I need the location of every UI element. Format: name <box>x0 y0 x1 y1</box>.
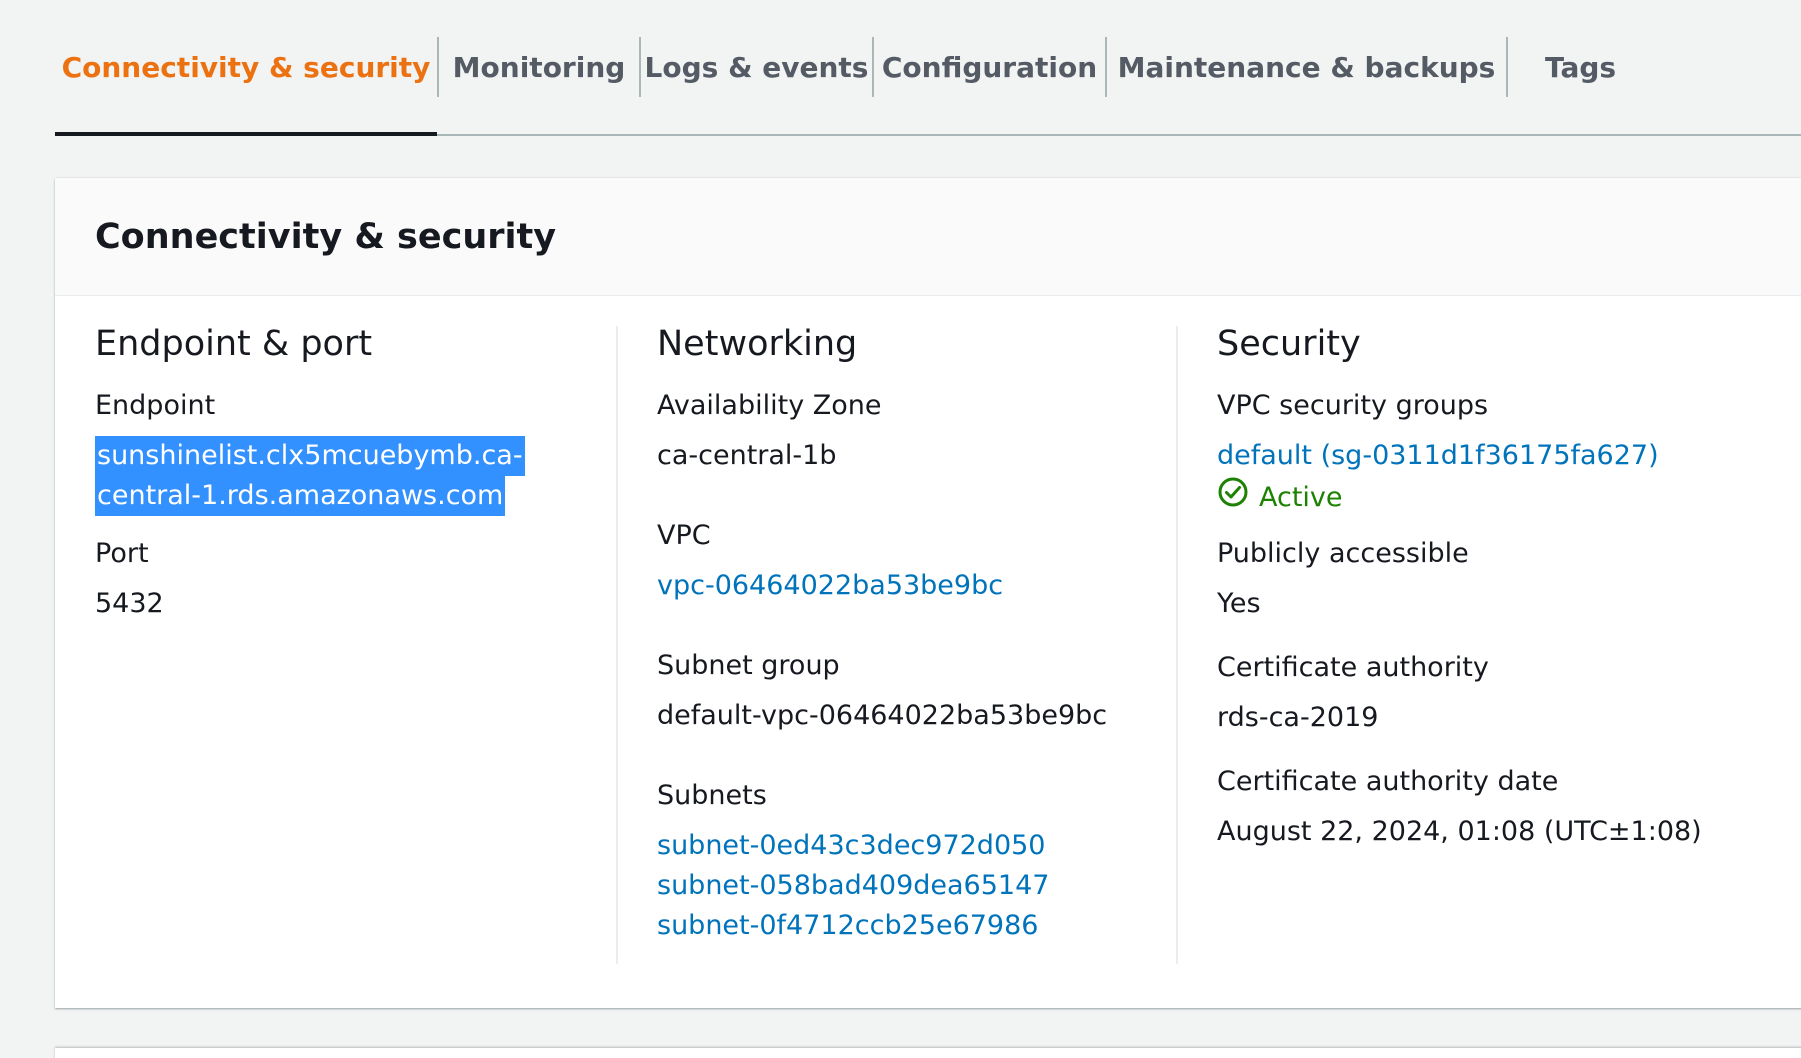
subnet-group-value: default-vpc-06464022ba53be9bc <box>657 700 1108 731</box>
endpoint-port-column: Endpoint & port Endpoint sunshinelist.cl… <box>95 296 625 1008</box>
security-group-link[interactable]: default (sg-0311d1f36175fa627) <box>1217 436 1659 476</box>
vpc-security-groups-field: VPC security groups default (sg-0311d1f3… <box>1217 386 1659 520</box>
connectivity-security-panel: Connectivity & security Endpoint & port … <box>55 178 1801 1008</box>
rds-instance-details: Connectivity & security Monitoring Logs … <box>0 0 1801 1058</box>
certificate-authority-field: Certificate authority rds-ca-2019 <box>1217 648 1489 738</box>
vpc-field: VPC vpc-06464022ba53be9bc <box>657 516 1003 606</box>
availability-zone-value: ca-central-1b <box>657 440 837 471</box>
security-column: Security VPC security groups default (sg… <box>1217 296 1777 1008</box>
endpoint-value[interactable]: sunshinelist.clx5mcuebymb.ca- central-1.… <box>95 436 525 516</box>
endpoint-field: Endpoint sunshinelist.clx5mcuebymb.ca- c… <box>95 386 525 516</box>
tab-maintenance-backups[interactable]: Maintenance & backups <box>1107 0 1506 134</box>
port-label: Port <box>95 538 149 569</box>
panel-header: Connectivity & security <box>55 178 1801 296</box>
publicly-accessible-value: Yes <box>1217 588 1261 619</box>
port-field: Port 5432 <box>95 534 164 624</box>
port-value: 5432 <box>95 588 164 619</box>
subnet-link[interactable]: subnet-0ed43c3dec972d050 <box>657 826 1049 866</box>
subnets-list: subnet-0ed43c3dec972d050 subnet-058bad40… <box>657 826 1049 946</box>
availability-zone-label: Availability Zone <box>657 390 882 421</box>
security-group-status: Active <box>1217 476 1659 520</box>
certificate-authority-date-label: Certificate authority date <box>1217 766 1559 797</box>
subnets-field: Subnets subnet-0ed43c3dec972d050 subnet-… <box>657 776 1049 946</box>
tab-connectivity-security[interactable]: Connectivity & security <box>55 0 437 136</box>
endpoint-label: Endpoint <box>95 390 216 421</box>
subnets-label: Subnets <box>657 780 767 811</box>
publicly-accessible-label: Publicly accessible <box>1217 538 1469 569</box>
subnet-group-label: Subnet group <box>657 650 840 681</box>
publicly-accessible-field: Publicly accessible Yes <box>1217 534 1469 624</box>
vpc-link[interactable]: vpc-06464022ba53be9bc <box>657 566 1003 606</box>
tab-configuration[interactable]: Configuration <box>874 0 1105 134</box>
tab-logs-events[interactable]: Logs & events <box>641 0 872 134</box>
section-title-endpoint-port: Endpoint & port <box>95 324 373 364</box>
vpc-label: VPC <box>657 520 711 551</box>
certificate-authority-value: rds-ca-2019 <box>1217 702 1379 733</box>
certificate-authority-date-field: Certificate authority date August 22, 20… <box>1217 762 1702 852</box>
panel-title: Connectivity & security <box>95 216 557 257</box>
availability-zone-field: Availability Zone ca-central-1b <box>657 386 882 476</box>
status-text: Active <box>1259 482 1343 513</box>
section-title-security: Security <box>1217 324 1361 364</box>
panel-columns: Endpoint & port Endpoint sunshinelist.cl… <box>55 296 1801 1008</box>
next-panel-edge <box>55 1048 1801 1058</box>
endpoint-value-line1[interactable]: sunshinelist.clx5mcuebymb.ca- <box>95 436 525 476</box>
vpc-security-groups-label: VPC security groups <box>1217 390 1489 421</box>
tab-bar: Connectivity & security Monitoring Logs … <box>55 0 1801 136</box>
tab-monitoring[interactable]: Monitoring <box>439 0 639 134</box>
certificate-authority-date-value: August 22, 2024, 01:08 (UTC±1:08) <box>1217 816 1702 847</box>
section-title-networking: Networking <box>657 324 858 364</box>
endpoint-value-line2[interactable]: central-1.rds.amazonaws.com <box>95 476 506 516</box>
subnet-link[interactable]: subnet-0f4712ccb25e67986 <box>657 906 1049 946</box>
networking-column: Networking Availability Zone ca-central-… <box>657 296 1187 1008</box>
subnet-group-field: Subnet group default-vpc-06464022ba53be9… <box>657 646 1107 736</box>
check-circle-icon <box>1217 476 1249 520</box>
tab-tags[interactable]: Tags <box>1508 0 1653 134</box>
subnet-link[interactable]: subnet-058bad409dea65147 <box>657 866 1049 906</box>
certificate-authority-label: Certificate authority <box>1217 652 1489 683</box>
